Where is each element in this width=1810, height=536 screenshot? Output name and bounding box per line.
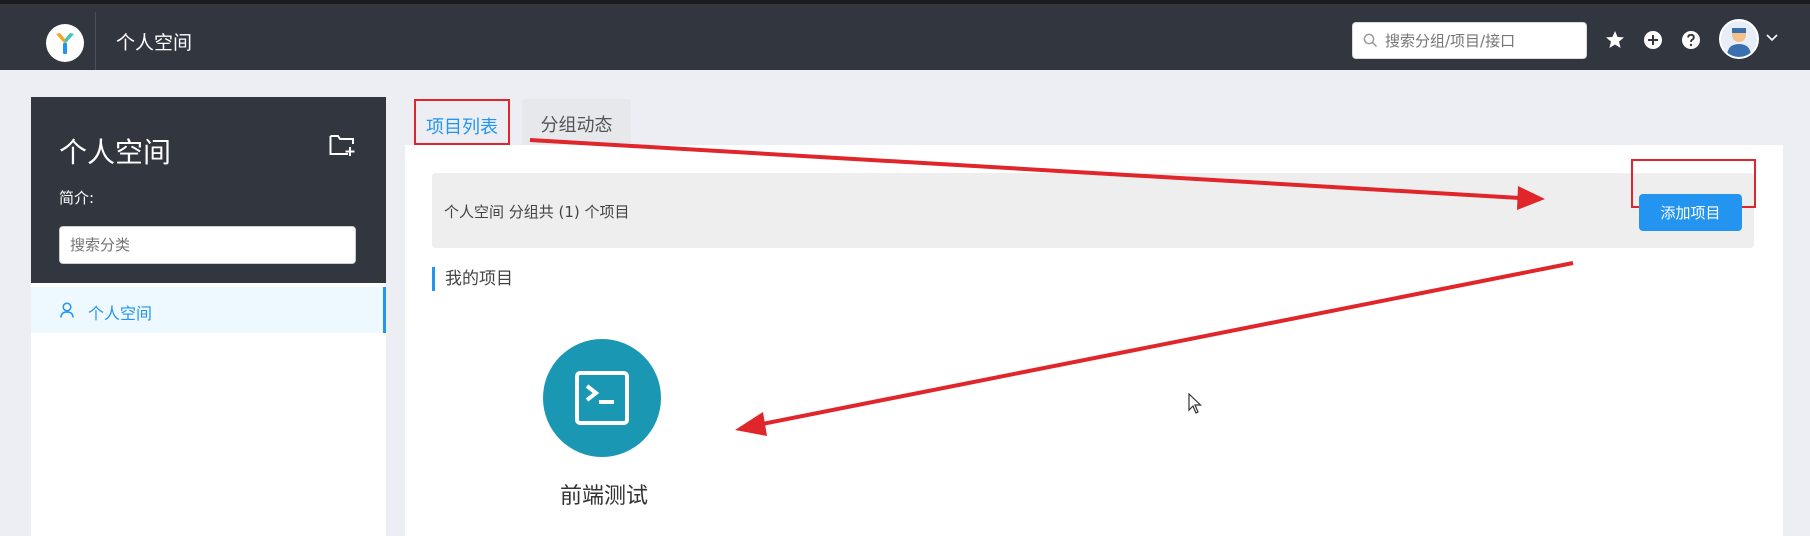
section-title: 我的项目 [432,267,513,291]
project-card[interactable]: 前端测试 [539,339,669,519]
sidebar-header: 个人空间 简介: [31,97,386,283]
project-summary-bar: 个人空间 分组共 (1) 个项目 [432,173,1754,248]
tab-group-activity[interactable]: 分组动态 [522,99,631,145]
add-project-button[interactable]: 添加项目 [1639,194,1742,231]
project-name[interactable]: 前端测试 [539,478,669,510]
app-title: 个人空间 [116,32,193,54]
add-folder-icon[interactable] [329,133,357,157]
add-circle-icon[interactable] [1642,29,1664,51]
search-icon [1363,33,1378,48]
description-label: 简介: [59,189,95,207]
project-logo[interactable] [543,339,661,457]
search-input[interactable] [1385,31,1580,51]
main-content: 个人空间 分组共 (1) 个项目 添加项目 我的项目 前端测试 [405,145,1783,536]
mouse-cursor-icon [1188,393,1202,414]
tab-project-list[interactable]: 项目列表 [414,99,510,145]
sidebar-item-personal-space[interactable]: 个人空间 [31,287,386,333]
project-count-text: 个人空间 分组共 (1) 个项目 [444,203,630,221]
sidebar: 个人空间 简介: 个人空间 [31,97,386,536]
help-icon[interactable] [1680,29,1702,51]
yapi-logo-icon [46,24,84,62]
logo-area[interactable] [34,12,96,70]
user-icon [60,302,74,318]
caret-down-icon[interactable] [1766,34,1778,42]
category-search-input[interactable] [59,226,356,264]
sidebar-item-label: 个人空间 [88,304,153,323]
global-search[interactable] [1352,22,1587,59]
top-navbar: 个人空间 [0,0,1810,70]
group-title: 个人空间 [59,136,172,169]
terminal-icon [575,371,629,425]
star-icon[interactable] [1604,29,1626,51]
avatar[interactable] [1719,19,1759,59]
